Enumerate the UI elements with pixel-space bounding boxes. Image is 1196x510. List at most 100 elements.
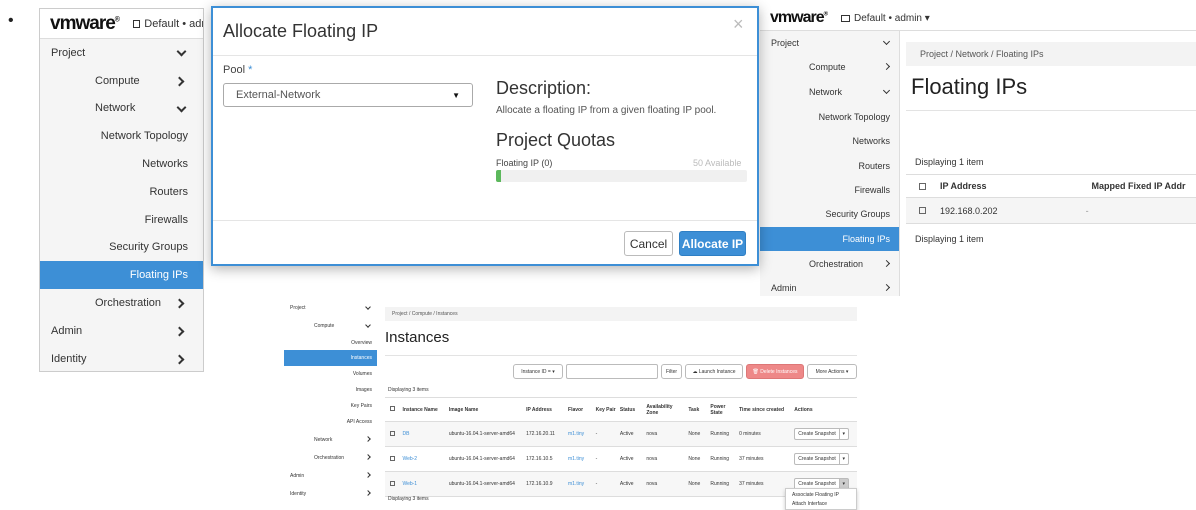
cell-image: ubuntu-16.04.1-server-amd64 bbox=[448, 431, 515, 437]
launch-instance-button[interactable]: ☁ Launch Instance bbox=[685, 364, 743, 379]
cell-flavor[interactable]: m1.tiny bbox=[568, 481, 584, 487]
sidebar-item-network-topology[interactable]: Network Topology bbox=[40, 122, 203, 150]
sidebar-item-network[interactable]: Network bbox=[760, 80, 899, 104]
sidebar-item-label: Identity bbox=[290, 491, 307, 497]
sidebar-item-label: Security Groups bbox=[109, 241, 188, 254]
col-actions[interactable]: Actions bbox=[792, 398, 857, 422]
sidebar-item-admin[interactable]: Admin bbox=[760, 276, 899, 296]
sidebar-item-label: Identity bbox=[51, 352, 87, 365]
col-availability-zone[interactable]: Availability Zone bbox=[644, 398, 686, 422]
sidebar-item-admin[interactable]: Admin bbox=[284, 468, 377, 484]
sidebar-item-identity[interactable]: Identity bbox=[40, 345, 203, 371]
row-checkbox[interactable] bbox=[390, 480, 395, 486]
row-checkbox[interactable] bbox=[919, 207, 926, 214]
col-instance-name[interactable]: Instance Name bbox=[400, 398, 446, 422]
sidebar-item-security-groups[interactable]: Security Groups bbox=[760, 202, 899, 226]
sidebar-item-orchestration[interactable]: Orchestration bbox=[284, 450, 377, 466]
sidebar-item-admin[interactable]: Admin bbox=[40, 317, 203, 345]
col-ip-address[interactable]: IP Address bbox=[940, 181, 987, 191]
menu-item-associate-floating-ip[interactable]: Associate Floating IP bbox=[792, 491, 850, 500]
chevron-right-icon bbox=[365, 472, 371, 478]
filter-button[interactable]: Filter bbox=[661, 364, 682, 379]
col-mapped-fixed-ip[interactable]: Mapped Fixed IP Addr bbox=[1092, 181, 1186, 191]
select-all-checkbox[interactable] bbox=[390, 406, 395, 411]
col-ip-address[interactable]: IP Address bbox=[524, 398, 566, 422]
sidebar-item-floating-ips[interactable]: Floating IPs bbox=[40, 261, 203, 290]
cell-name[interactable]: Web-2 bbox=[402, 456, 417, 462]
sidebar-item-label: Network Topology bbox=[100, 130, 188, 143]
sidebar-item-compute[interactable]: Compute bbox=[40, 67, 203, 95]
sidebar-item-api-access[interactable]: API Access bbox=[284, 414, 377, 430]
sidebar-item-instances[interactable]: Instances bbox=[284, 350, 377, 366]
table-header-row: Instance Name Image Name IP Address Flavor K… bbox=[385, 397, 857, 422]
caret-down-icon[interactable]: ▾ bbox=[839, 453, 849, 465]
create-snapshot-button[interactable]: Create Snapshot bbox=[794, 453, 840, 465]
quota-label: Floating IP (0) bbox=[496, 158, 553, 168]
breadcrumb: Project / Network / Floating IPs bbox=[920, 49, 1044, 59]
sidebar-item-orchestration[interactable]: Orchestration bbox=[40, 289, 203, 317]
sidebar-item-project[interactable]: Project bbox=[284, 300, 377, 316]
sidebar-item-network[interactable]: Network bbox=[284, 432, 377, 448]
allocate-ip-button[interactable]: Allocate IP bbox=[679, 231, 746, 256]
sidebar-item-images[interactable]: Images bbox=[284, 382, 377, 398]
cancel-button[interactable]: Cancel bbox=[624, 231, 673, 256]
chevron-right-icon bbox=[174, 326, 185, 337]
sidebar-item-identity[interactable]: Identity bbox=[284, 486, 377, 502]
col-task[interactable]: Task bbox=[686, 398, 708, 422]
panel-right-screenshot: vmware® Default • admin ▾ Project Compute… bbox=[760, 6, 1196, 296]
sidebar-item-firewalls[interactable]: Firewalls bbox=[760, 178, 899, 202]
col-status[interactable]: Status bbox=[618, 398, 644, 422]
cell-name[interactable]: DB bbox=[402, 431, 409, 437]
sidebar-item-label: API Access bbox=[346, 419, 372, 425]
create-snapshot-button[interactable]: Create Snapshot bbox=[794, 428, 840, 440]
sidebar-item-label: Compute bbox=[809, 62, 846, 72]
sidebar-item-floating-ips[interactable]: Floating IPs bbox=[760, 227, 899, 251]
sidebar-item-networks[interactable]: Networks bbox=[760, 129, 899, 153]
sidebar-item-security-groups[interactable]: Security Groups bbox=[40, 234, 203, 262]
close-icon[interactable]: × bbox=[733, 14, 744, 35]
pool-select[interactable]: External-Network ▼ bbox=[223, 83, 473, 107]
col-key-pair[interactable]: Key Pair bbox=[594, 398, 618, 422]
sidebar-item-networks[interactable]: Networks bbox=[40, 150, 203, 178]
col-time-since-created[interactable]: Time since created bbox=[737, 398, 792, 422]
sidebar-item-network[interactable]: Network bbox=[40, 95, 203, 123]
menu-item-attach-interface[interactable]: Attach Interface bbox=[792, 500, 850, 509]
sidebar-item-label: Key Pairs bbox=[350, 403, 372, 409]
filter-field-select[interactable]: Instance ID = ▾ bbox=[513, 364, 563, 379]
col-flavor[interactable]: Flavor bbox=[566, 398, 594, 422]
user-dropdown[interactable]: Default • adr bbox=[132, 18, 203, 30]
sidebar-item-orchestration[interactable]: Orchestration bbox=[760, 252, 899, 276]
delete-instances-button[interactable]: 🗑 Delete Instances bbox=[746, 364, 804, 379]
sidebar-item-volumes[interactable]: Volumes bbox=[284, 366, 377, 382]
sidebar-nav: Project Compute Overview Instances Volumes Im… bbox=[284, 298, 377, 510]
sidebar-item-routers[interactable]: Routers bbox=[760, 154, 899, 178]
chevron-right-icon bbox=[174, 354, 185, 365]
sidebar-item-network-topology[interactable]: Network Topology bbox=[760, 105, 899, 129]
filter-input[interactable] bbox=[566, 364, 658, 379]
allocate-floating-ip-modal: Allocate Floating IP × Pool * External-N… bbox=[211, 6, 759, 266]
cell-key: - bbox=[595, 431, 598, 437]
sidebar-item-compute[interactable]: Compute bbox=[284, 318, 377, 334]
quota-progress-fill bbox=[496, 170, 502, 182]
sidebar-item-project[interactable]: Project bbox=[760, 31, 899, 55]
user-dropdown[interactable]: Default • admin ▾ bbox=[841, 13, 930, 24]
sidebar-item-routers[interactable]: Routers bbox=[40, 178, 203, 206]
col-image-name[interactable]: Image Name bbox=[447, 398, 524, 422]
select-all-checkbox[interactable] bbox=[919, 182, 926, 190]
sidebar-item-overview[interactable]: Overview bbox=[284, 335, 377, 351]
row-checkbox[interactable] bbox=[390, 430, 395, 436]
more-actions-button[interactable]: More Actions ▾ bbox=[807, 364, 857, 379]
col-power-state[interactable]: Power State bbox=[708, 398, 737, 422]
sidebar-item-compute[interactable]: Compute bbox=[760, 55, 899, 79]
caret-down-icon[interactable]: ▾ bbox=[839, 428, 849, 440]
sidebar-item-project[interactable]: Project bbox=[40, 39, 203, 67]
ip-address-cell: 192.168.0.202 bbox=[940, 205, 998, 216]
row-checkbox[interactable] bbox=[390, 455, 395, 461]
sidebar-item-firewalls[interactable]: Firewalls bbox=[40, 206, 203, 234]
chevron-down-icon bbox=[365, 322, 371, 328]
cell-flavor[interactable]: m1.tiny bbox=[568, 456, 584, 462]
cell-name[interactable]: Web-1 bbox=[402, 481, 417, 487]
cell-flavor[interactable]: m1.tiny bbox=[568, 431, 584, 437]
sidebar-item-key-pairs[interactable]: Key Pairs bbox=[284, 398, 377, 414]
cell-power: Running bbox=[710, 456, 730, 462]
